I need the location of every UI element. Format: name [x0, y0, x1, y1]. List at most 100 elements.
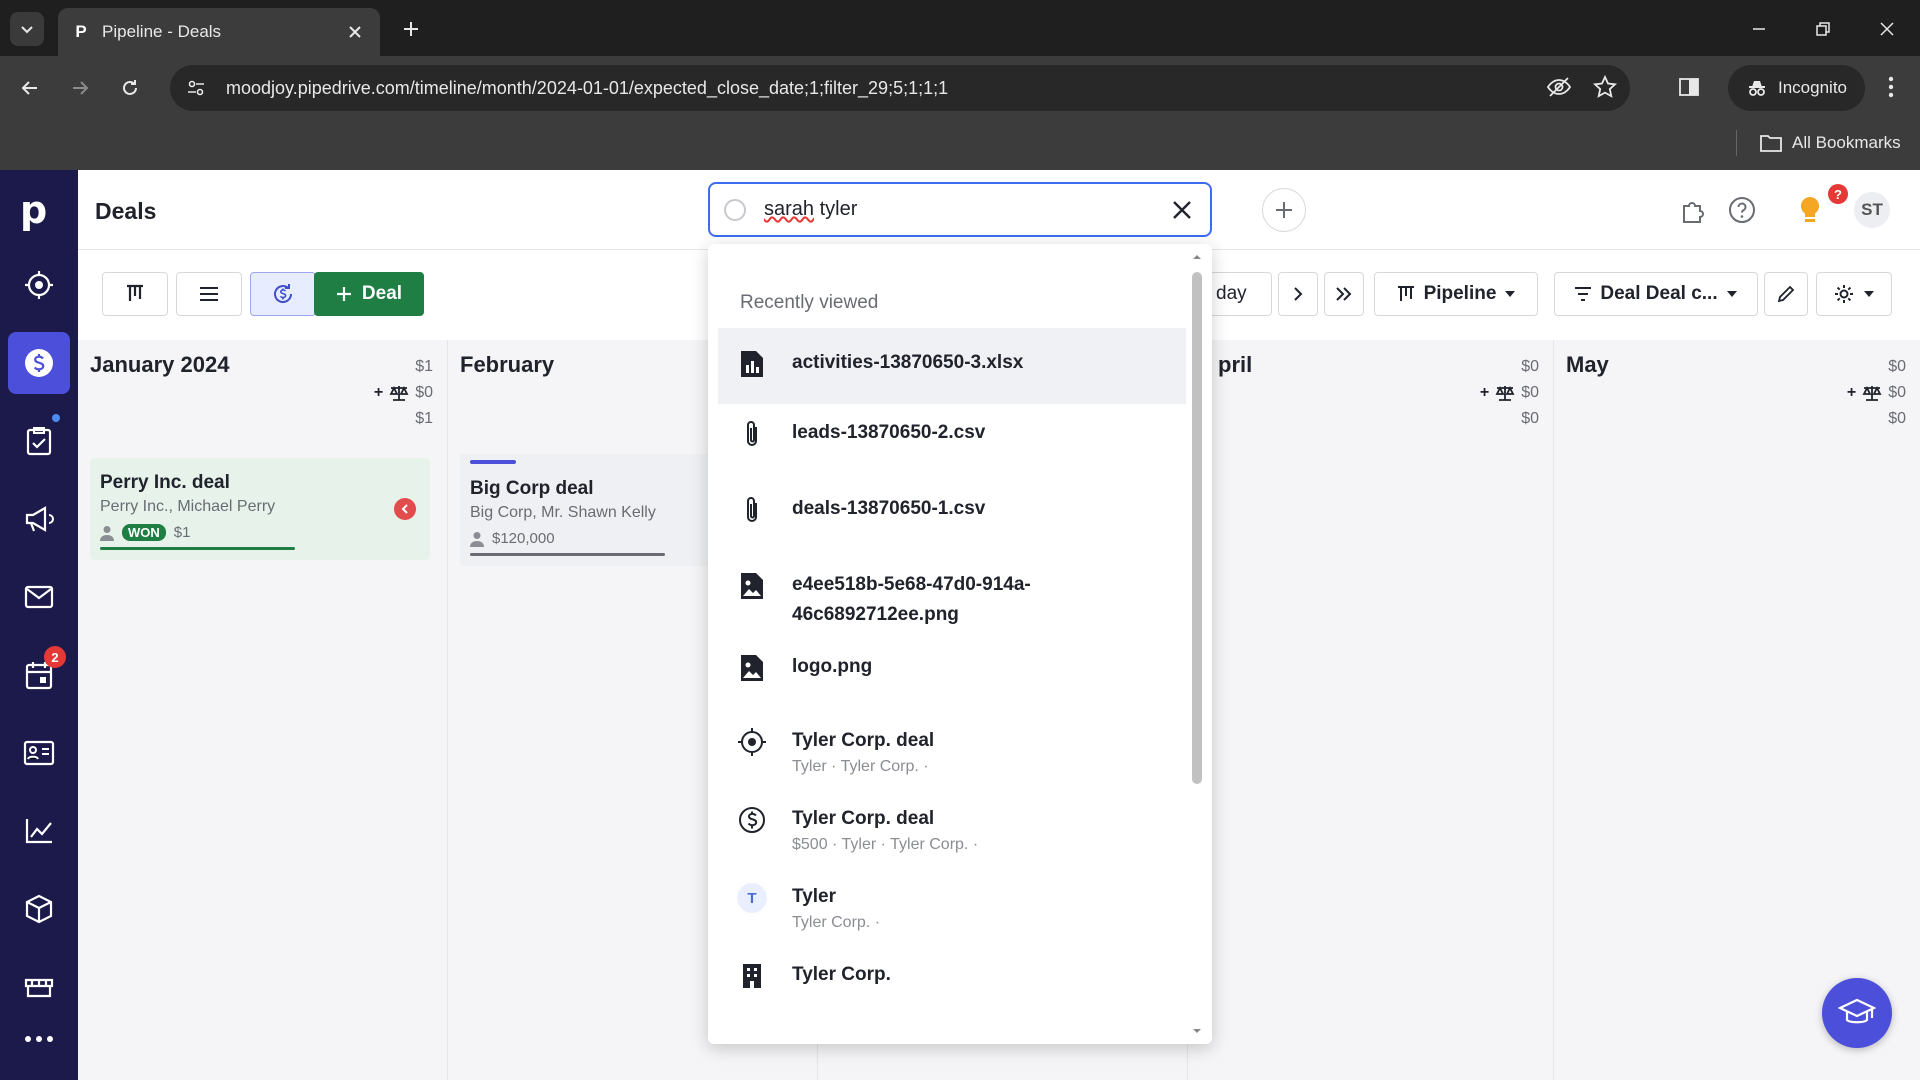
all-bookmarks-button[interactable]: All Bookmarks: [1760, 130, 1901, 156]
deal-meta: $120,000: [470, 530, 710, 547]
sidebar-item-leads[interactable]: [8, 254, 70, 316]
page-title: Deals: [95, 198, 157, 224]
sidebar-item-products[interactable]: [8, 878, 70, 940]
forward-button[interactable]: [64, 72, 96, 104]
sidebar-item-mail[interactable]: [8, 566, 70, 628]
back-button[interactable]: [14, 72, 46, 104]
incognito-indicator[interactable]: Incognito: [1728, 65, 1865, 111]
dropdown-scrollbar[interactable]: [1190, 250, 1204, 1038]
chevron-left-icon: [401, 504, 408, 514]
user-avatar[interactable]: ST: [1854, 192, 1890, 228]
recent-item-file[interactable]: e4ee518b-5e68-47d0-914a- 46c6892712ee.pn…: [718, 570, 1186, 650]
edit-filter-button[interactable]: [1764, 272, 1808, 316]
caret-down-icon: [1864, 291, 1874, 297]
academy-help-button[interactable]: [1822, 978, 1892, 1048]
pipeline-view-button[interactable]: [102, 272, 168, 316]
caret-down-icon: [1505, 291, 1516, 297]
reload-button[interactable]: [114, 72, 146, 104]
deal-value: $1: [173, 524, 191, 541]
clear-search-button[interactable]: [1168, 196, 1196, 224]
recent-item-organization[interactable]: Tyler Corp.: [718, 960, 1186, 1020]
scrollbar-thumb[interactable]: [1192, 272, 1202, 784]
pipeline-select[interactable]: Pipeline: [1374, 272, 1538, 316]
settings-select[interactable]: [1816, 272, 1892, 316]
sidebar-item-calendar[interactable]: 2: [8, 644, 70, 706]
result-title: logo.png: [792, 656, 873, 677]
graduation-cap-icon: [1838, 998, 1876, 1024]
filter-select[interactable]: Deal Deal c...: [1554, 272, 1758, 316]
deal-card-perry[interactable]: Perry Inc. deal Perry Inc., Michael Perr…: [90, 458, 430, 560]
side-panel-icon: [1679, 78, 1699, 96]
result-subtitle: Tyler Corp. ·: [792, 914, 881, 931]
all-bookmarks-label: All Bookmarks: [1792, 133, 1901, 152]
recent-item-person[interactable]: T Tyler Tyler Corp. ·: [718, 882, 1186, 954]
deal-progress-bar: [100, 547, 295, 550]
view-switcher: [102, 272, 324, 316]
result-title-line: 46c6892712ee.png: [792, 604, 959, 625]
tab-search-button[interactable]: [10, 12, 44, 46]
folder-icon: [1760, 135, 1782, 152]
recent-item-file[interactable]: activities-13870650-3.xlsx: [718, 328, 1186, 404]
close-icon: [1880, 22, 1894, 36]
bookmarks-divider: [1736, 130, 1737, 156]
plus-icon: [404, 22, 418, 36]
bookmark-star-icon[interactable]: [1592, 74, 1618, 100]
fast-forward-button[interactable]: [1324, 272, 1364, 316]
add-deal-button[interactable]: Deal: [314, 272, 424, 316]
next-period-button[interactable]: [1278, 272, 1318, 316]
sidebar-item-more[interactable]: [8, 1014, 70, 1064]
help-button[interactable]: [1726, 194, 1758, 226]
browser-menu-button[interactable]: [1876, 72, 1906, 102]
recent-item-file[interactable]: logo.png: [718, 652, 1186, 712]
sidebar-item-insights[interactable]: [8, 800, 70, 862]
sidebar-item-deals[interactable]: [8, 332, 70, 394]
recent-item-file[interactable]: deals-13870650-1.csv: [718, 494, 1186, 554]
today-label: day: [1216, 283, 1247, 304]
window-close-button[interactable]: [1872, 14, 1902, 44]
column-stat-value: $0: [1888, 410, 1906, 427]
site-settings-icon[interactable]: [184, 76, 208, 100]
deal-title: Perry Inc. deal: [100, 472, 230, 493]
global-search-input[interactable]: sarah tyler: [708, 182, 1212, 237]
result-title: Tyler Corp. deal: [792, 730, 935, 751]
quick-add-button[interactable]: [1262, 188, 1306, 232]
forecast-dollar-icon: [274, 284, 293, 303]
sidebar-item-activities[interactable]: [8, 410, 70, 472]
tracking-protection-icon[interactable]: [1546, 74, 1572, 100]
sidebar-item-contacts[interactable]: [8, 722, 70, 784]
recent-item-file[interactable]: leads-13870650-2.csv: [718, 418, 1186, 478]
new-tab-button[interactable]: [396, 14, 426, 44]
arrow-right-icon: [73, 81, 89, 95]
minimize-button[interactable]: [1744, 14, 1774, 44]
forecast-view-button[interactable]: [250, 272, 316, 316]
recent-item-lead[interactable]: Tyler Corp. deal Tyler · Tyler Corp. ·: [718, 726, 1186, 798]
scale-icon: [389, 385, 409, 401]
pipeline-label: Pipeline: [1423, 283, 1497, 304]
search-query[interactable]: sarah tyler: [764, 198, 1168, 221]
deal-card-bigcorp[interactable]: Big Corp deal Big Corp, Mr. Shawn Kelly …: [460, 454, 720, 566]
calendar-badge: 2: [44, 646, 66, 668]
spreadsheet-file-icon: [736, 348, 768, 380]
incognito-icon: [1749, 81, 1765, 96]
tips-button[interactable]: [1794, 194, 1826, 226]
list-view-button[interactable]: [176, 272, 242, 316]
today-button[interactable]: day: [1212, 272, 1272, 316]
sidebar-item-marketplace[interactable]: [8, 956, 70, 1018]
person-initial: T: [737, 883, 767, 913]
restore-button[interactable]: [1808, 14, 1838, 44]
result-text: Tyler Tyler Corp. ·: [792, 882, 880, 932]
result-title: Tyler Corp.: [792, 964, 891, 985]
column-stats: $0 + $0 $0: [1480, 354, 1539, 432]
pipedrive-logo[interactable]: p: [20, 188, 47, 232]
overdue-activity-indicator[interactable]: [394, 498, 416, 520]
extensions-button[interactable]: [1678, 194, 1710, 226]
filter-label: Deal Deal c...: [1600, 283, 1718, 304]
side-panel-button[interactable]: [1674, 72, 1704, 102]
address-bar[interactable]: moodjoy.pipedrive.com/timeline/month/202…: [170, 65, 1630, 111]
tab-close-button[interactable]: [344, 21, 366, 43]
column-stat-value: $1: [415, 358, 433, 375]
recent-item-deal[interactable]: Tyler Corp. deal $500 · Tyler · Tyler Co…: [718, 804, 1186, 876]
contact-card-icon: [23, 740, 55, 766]
browser-tab[interactable]: P Pipeline - Deals: [58, 8, 380, 56]
sidebar-item-campaigns[interactable]: [8, 488, 70, 550]
